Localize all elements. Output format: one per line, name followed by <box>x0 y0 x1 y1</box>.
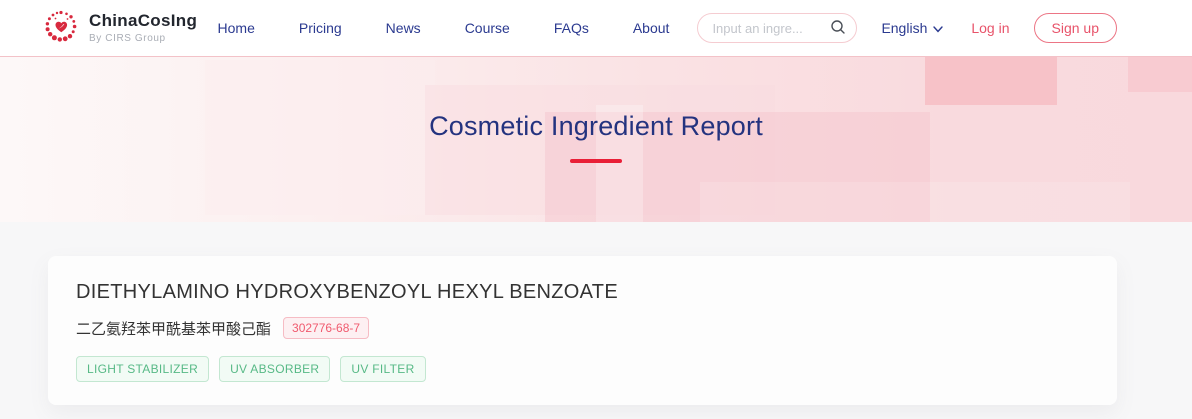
chevron-down-icon <box>933 20 943 36</box>
nav-faqs[interactable]: FAQs <box>554 20 589 36</box>
ingredient-card: DIETHYLAMINO HYDROXYBENZOYL HEXYL BENZOA… <box>48 256 1117 405</box>
nav-about[interactable]: About <box>633 20 670 36</box>
search-input[interactable] <box>712 21 830 36</box>
header: ChinaCosIng By CIRS Group Home Pricing N… <box>0 0 1192 57</box>
ingredient-chinese-name: 二乙氨羟苯甲酰基苯甲酸己酯 <box>76 318 271 339</box>
search-button[interactable] <box>830 19 846 38</box>
hero-mosaic-block <box>700 182 1130 222</box>
hero-banner: Cosmetic Ingredient Report <box>0 57 1192 222</box>
main-nav: Home Pricing News Course FAQs About <box>218 20 670 36</box>
cas-number-badge: 302776-68-7 <box>283 317 369 339</box>
search-icon <box>830 19 846 38</box>
function-tags: LIGHT STABILIZER UV ABSORBER UV FILTER <box>76 356 1089 382</box>
nav-home[interactable]: Home <box>218 20 255 36</box>
function-tag: UV ABSORBER <box>219 356 330 382</box>
title-underline <box>570 159 622 163</box>
logo-subtitle: By CIRS Group <box>89 33 197 44</box>
main-content: DIETHYLAMINO HYDROXYBENZOYL HEXYL BENZOA… <box>0 222 1192 405</box>
nav-course[interactable]: Course <box>465 20 510 36</box>
nav-news[interactable]: News <box>386 20 421 36</box>
language-label: English <box>881 20 927 36</box>
signup-button[interactable]: Sign up <box>1034 13 1117 43</box>
login-link[interactable]: Log in <box>971 20 1009 36</box>
logo[interactable]: ChinaCosIng By CIRS Group <box>42 7 197 50</box>
ingredient-search[interactable] <box>697 13 857 43</box>
function-tag: LIGHT STABILIZER <box>76 356 209 382</box>
language-selector[interactable]: English <box>881 20 943 36</box>
function-tag: UV FILTER <box>340 356 425 382</box>
nav-pricing[interactable]: Pricing <box>299 20 342 36</box>
page-title: Cosmetic Ingredient Report <box>0 57 1192 142</box>
logo-dots-heart-icon <box>42 7 80 50</box>
ingredient-inci-name: DIETHYLAMINO HYDROXYBENZOYL HEXYL BENZOA… <box>76 281 1089 304</box>
ingredient-name-row: 二乙氨羟苯甲酰基苯甲酸己酯 302776-68-7 <box>76 317 1089 339</box>
logo-title: ChinaCosIng <box>89 12 197 31</box>
